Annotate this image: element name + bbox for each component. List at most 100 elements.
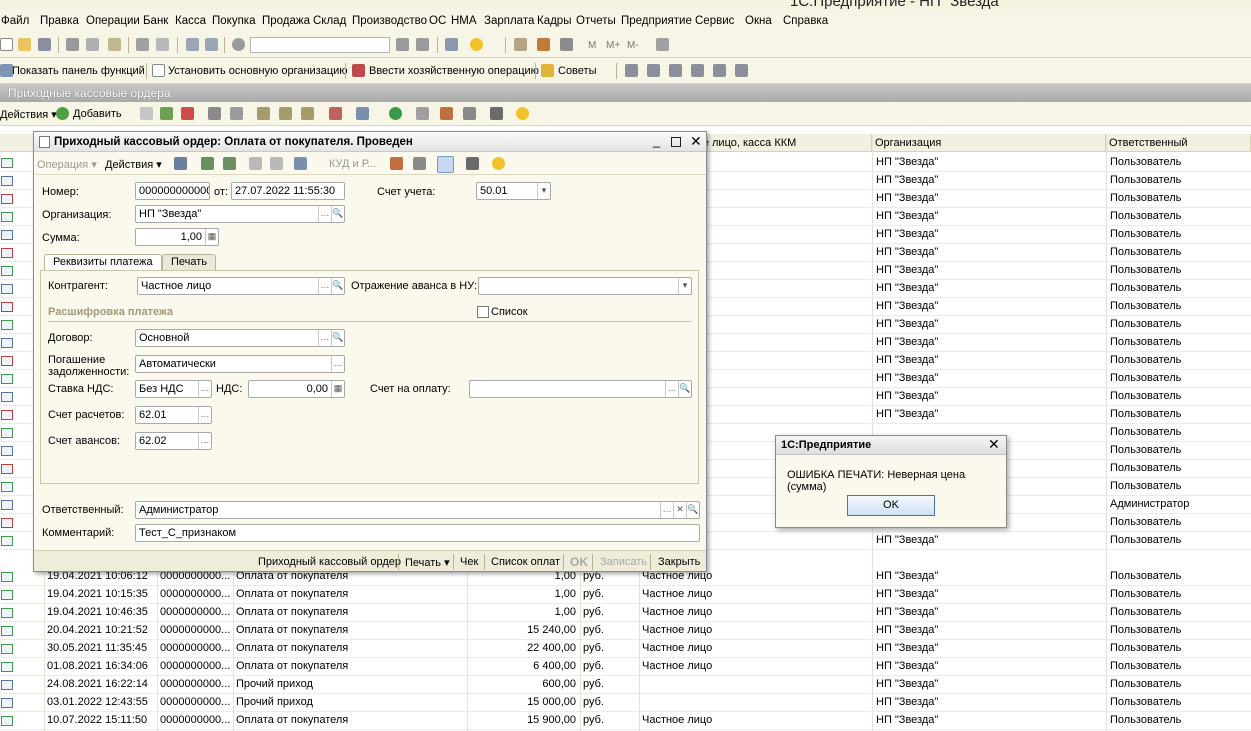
advance-field[interactable]: ▾ <box>478 277 692 295</box>
cell-organization[interactable]: НП "Звезда" <box>873 532 1105 550</box>
cell-acc[interactable]: Частное лицо <box>639 586 871 604</box>
menu-reports[interactable]: Отчеты <box>576 15 616 27</box>
delete-icon[interactable] <box>181 107 194 120</box>
doc-help-icon[interactable] <box>492 157 505 170</box>
cell-cur[interactable]: руб. <box>580 712 638 730</box>
comment-field[interactable]: Тест_С_признаком <box>135 524 700 542</box>
cell-op[interactable]: Оплата от покупателя <box>233 640 466 658</box>
cell-sum[interactable]: 1,00 <box>467 586 579 604</box>
menu-purchase[interactable]: Покупка <box>212 15 255 27</box>
menu-bank[interactable]: Банк <box>143 15 168 27</box>
adv-acc-field[interactable]: 62.02… <box>135 432 212 450</box>
check-button[interactable]: Чек <box>460 556 478 568</box>
cell-organization[interactable]: НП "Звезда" <box>873 370 1105 388</box>
cell-organization[interactable]: НП "Звезда" <box>873 208 1105 226</box>
cell-date[interactable]: 19.04.2021 10:15:35 <box>44 586 156 604</box>
operation-menu[interactable]: Операция ▾ <box>37 158 97 171</box>
menu-warehouse[interactable]: Склад <box>313 15 346 27</box>
cell-sum[interactable]: 15 240,00 <box>467 622 579 640</box>
menu-cash[interactable]: Касса <box>175 15 206 27</box>
write-button[interactable]: Записать <box>600 556 647 568</box>
find-prev-icon[interactable] <box>416 38 429 51</box>
org-field[interactable]: НП "Звезда"… 🔍 <box>135 205 345 223</box>
search-icon[interactable] <box>232 38 245 51</box>
memory-plus-icon[interactable]: M+ <box>606 40 620 51</box>
cell-org[interactable]: НП "Звезда" <box>873 676 1105 694</box>
cell-sum[interactable]: 15 900,00 <box>467 712 579 730</box>
settle-field[interactable]: 62.01… <box>135 406 212 424</box>
post-close-icon[interactable] <box>174 157 187 170</box>
cell-organization[interactable]: НП "Звезда" <box>873 244 1105 262</box>
cell-acc[interactable] <box>639 676 871 694</box>
show-panel-button[interactable]: Показать панель функций <box>12 65 145 77</box>
cell-acc[interactable]: Частное лицо <box>639 640 871 658</box>
cell-responsible[interactable]: Пользователь <box>1107 478 1251 496</box>
cell-organization[interactable]: НП "Звезда" <box>873 388 1105 406</box>
calculator-icon[interactable]: ▦ <box>331 381 344 397</box>
find-next-icon[interactable] <box>396 38 409 51</box>
copy-row-icon[interactable] <box>140 107 153 120</box>
select-icon[interactable]: … <box>660 502 673 518</box>
cell-cur[interactable]: руб. <box>580 622 638 640</box>
cell-num[interactable]: 0000000000... <box>157 712 232 730</box>
settings-icon[interactable] <box>656 38 669 51</box>
set-org-button[interactable]: Установить основную организацию <box>168 65 348 77</box>
close-button[interactable]: Закрыть <box>658 556 700 568</box>
cell-sum[interactable]: 22 400,00 <box>467 640 579 658</box>
new-doc-icon[interactable] <box>0 38 13 51</box>
open-icon[interactable]: 🔍 <box>331 330 344 346</box>
cell-org[interactable]: НП "Звезда" <box>873 694 1105 712</box>
contract-field[interactable]: Основной… 🔍 <box>135 329 345 347</box>
list-print-icon[interactable] <box>416 107 429 120</box>
cell-org[interactable]: НП "Звезда" <box>873 604 1105 622</box>
cell-org[interactable]: НП "Звезда" <box>873 712 1105 730</box>
sum-field[interactable]: 1,00 ▦ <box>135 228 219 246</box>
cell-responsible[interactable]: Пользователь <box>1107 244 1251 262</box>
cell-cur[interactable]: руб. <box>580 586 638 604</box>
cell-organization[interactable]: НП "Звезда" <box>873 406 1105 424</box>
cell-acc[interactable]: Частное лицо <box>639 622 871 640</box>
paste-icon[interactable] <box>108 38 121 51</box>
select-icon[interactable]: … <box>318 278 331 294</box>
cell-org[interactable]: НП "Звезда" <box>873 586 1105 604</box>
select-icon[interactable]: … <box>331 356 344 372</box>
cell-op[interactable]: Оплата от покупателя <box>233 658 466 676</box>
doc-structure-icon[interactable] <box>466 157 479 170</box>
cell-acc[interactable]: Частное лицо <box>639 712 871 730</box>
cell-responsible[interactable]: Пользователь <box>1107 388 1251 406</box>
unpost-icon[interactable] <box>223 157 236 170</box>
cell-org[interactable]: НП "Звезда" <box>873 568 1105 586</box>
cell-num[interactable]: 0000000000... <box>157 622 232 640</box>
kud-button[interactable]: КУД и Р... <box>329 158 376 170</box>
users-icon[interactable] <box>560 38 573 51</box>
copy-icon[interactable] <box>86 38 99 51</box>
filter-icon[interactable] <box>257 107 270 120</box>
refresh-icon[interactable] <box>389 107 402 120</box>
cell-num[interactable]: 0000000000... <box>157 640 232 658</box>
resp-field[interactable]: Администратор… ✕ 🔍 <box>135 501 700 519</box>
menu-operations[interactable]: Операции <box>86 15 140 27</box>
tab-print[interactable]: Печать <box>162 254 217 270</box>
cell-organization[interactable]: НП "Звезда" <box>873 298 1105 316</box>
cut-icon[interactable] <box>66 38 79 51</box>
report-icon-3[interactable] <box>669 64 682 77</box>
dt-kt-toggle-icon[interactable] <box>437 156 454 173</box>
cell-num[interactable]: 0000000000... <box>157 694 232 712</box>
based-on-icon[interactable] <box>294 157 307 170</box>
list-checkbox[interactable] <box>477 306 489 318</box>
doc-actions-menu[interactable]: Действия ▾ <box>105 158 162 171</box>
cell-resp[interactable]: Пользователь <box>1107 622 1251 640</box>
find-icon[interactable] <box>230 107 243 120</box>
cell-sum[interactable]: 1,00 <box>467 604 579 622</box>
minimize-icon[interactable]: _ <box>653 133 660 148</box>
print-icon[interactable] <box>136 38 149 51</box>
cell-date[interactable]: 10.07.2022 15:11:50 <box>44 712 156 730</box>
cell-num[interactable]: 0000000000... <box>157 604 232 622</box>
structure-icon[interactable] <box>490 107 503 120</box>
open-icon[interactable]: 🔍 <box>331 206 344 222</box>
vat-rate-field[interactable]: Без НДС… <box>135 380 212 398</box>
cell-responsible[interactable]: Пользователь <box>1107 208 1251 226</box>
doc-journal-icon[interactable] <box>413 157 426 170</box>
cell-cur[interactable]: руб. <box>580 658 638 676</box>
debt-field[interactable]: Автоматически… <box>135 355 345 373</box>
